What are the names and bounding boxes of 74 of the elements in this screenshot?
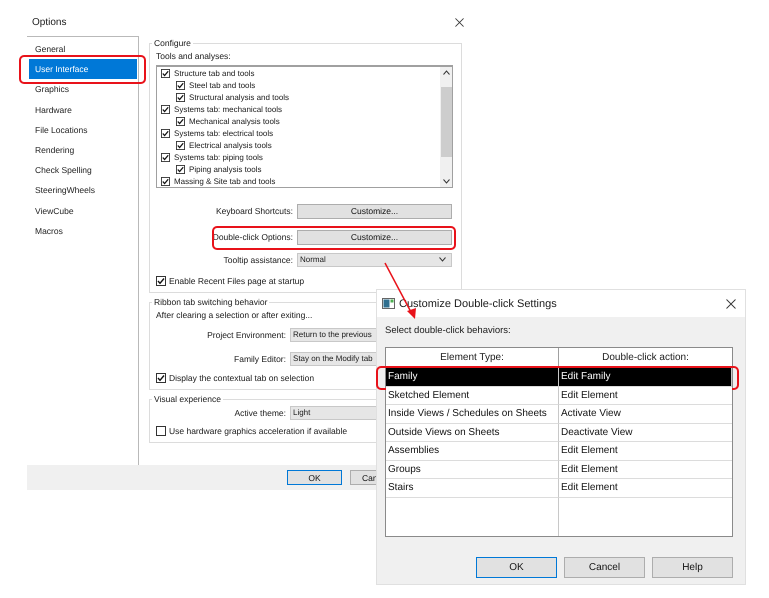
dropdown-chevron-icon xyxy=(439,257,446,262)
ribbon-note: After clearing a selection or after exiting... xyxy=(156,310,314,320)
tools-label: Tools and analyses: xyxy=(156,51,232,61)
scrollbar-thumb[interactable] xyxy=(440,87,452,157)
checkbox[interactable] xyxy=(156,426,166,436)
checkbox[interactable] xyxy=(156,276,166,286)
sidebar-item[interactable]: ViewCube xyxy=(29,200,137,221)
tree-item-label[interactable]: Piping analysis tools xyxy=(189,165,262,174)
checkbox[interactable] xyxy=(161,104,170,114)
group-title: Ribbon tab switching behavior xyxy=(153,297,268,307)
tooltip-select[interactable]: Normal xyxy=(297,252,452,266)
table-cell[interactable]: Deactivate View xyxy=(559,424,732,442)
table-cell[interactable]: Family xyxy=(386,368,559,386)
tree-item-label[interactable]: Systems tab: electrical tools xyxy=(174,129,274,138)
app-icon xyxy=(382,298,395,309)
field-label: Tooltip assistance: xyxy=(222,254,293,264)
tree-item-label[interactable]: Steel tab and tools xyxy=(189,80,256,90)
scroll-up-icon[interactable] xyxy=(442,70,450,75)
close-icon[interactable] xyxy=(455,18,464,26)
checkbox-label: Use hardware graphics acceleration if available xyxy=(169,426,348,436)
checkbox[interactable] xyxy=(161,129,170,138)
sidebar-item[interactable]: Graphics xyxy=(29,79,137,100)
sidebar-item[interactable]: SteeringWheels xyxy=(29,180,137,200)
group-title: Visual experience xyxy=(153,394,222,404)
checkbox[interactable] xyxy=(156,373,166,383)
ok-button[interactable]: OK xyxy=(287,470,342,485)
sidebar-item[interactable]: User Interface xyxy=(29,59,137,80)
customize-button[interactable]: Customize... xyxy=(297,230,452,244)
checkbox[interactable] xyxy=(176,80,185,90)
field-label: Active theme: xyxy=(234,408,286,418)
cancel-button[interactable]: Cancel xyxy=(564,557,645,578)
checkbox[interactable] xyxy=(161,177,170,186)
table-cell[interactable]: Inside Views / Schedules on Sheets xyxy=(386,405,559,424)
scroll-down-icon[interactable] xyxy=(442,179,450,184)
checkbox[interactable] xyxy=(176,92,185,102)
field-label: Keyboard Shortcuts: xyxy=(214,206,293,216)
checkbox[interactable] xyxy=(176,141,185,150)
checkbox[interactable] xyxy=(176,165,185,174)
window-title: Options xyxy=(32,16,66,28)
sidebar-item[interactable]: File Locations xyxy=(29,120,137,140)
tree-item-label[interactable]: Systems tab: mechanical tools xyxy=(174,104,282,114)
table-cell[interactable]: Groups xyxy=(386,460,559,479)
checkbox[interactable] xyxy=(161,153,170,162)
sidebar-item[interactable]: Check Spelling xyxy=(29,160,137,180)
group-title: Configure xyxy=(153,38,192,48)
table-cell[interactable]: Edit Family xyxy=(559,368,732,386)
table-cell[interactable]: Edit Element xyxy=(559,386,732,405)
field-label: Project Environment: xyxy=(206,330,286,340)
scrollbar[interactable] xyxy=(440,67,452,187)
help-button[interactable]: Help xyxy=(652,557,733,578)
field-label: Double-click Options: xyxy=(212,232,293,242)
checkbox[interactable] xyxy=(176,116,185,126)
tree-item-label[interactable]: Systems tab: piping tools xyxy=(174,153,263,162)
table-cell[interactable]: Sketched Element xyxy=(386,386,559,405)
close-icon[interactable] xyxy=(726,298,736,308)
checkbox-label: Enable Recent Files page at startup xyxy=(169,276,304,286)
table-cell[interactable]: Assemblies xyxy=(386,442,559,460)
customize-button[interactable]: Customize... xyxy=(297,204,452,218)
tree-item-label[interactable]: Structural analysis and tools xyxy=(189,92,290,102)
checkbox-label: Display the contextual tab on selection xyxy=(169,373,314,383)
field-label: Family Editor: xyxy=(233,354,286,364)
sidebar-item[interactable]: General xyxy=(29,39,137,60)
table-cell[interactable]: Stairs xyxy=(386,479,559,498)
tree-item-label[interactable]: Electrical analysis tools xyxy=(189,141,272,150)
ok-button[interactable]: OK xyxy=(476,557,557,578)
checkbox[interactable] xyxy=(161,68,170,78)
table-cell[interactable]: Edit Element xyxy=(559,460,732,479)
tree-item-label[interactable]: Mechanical analysis tools xyxy=(189,116,280,126)
sidebar-item[interactable]: Hardware xyxy=(29,100,137,120)
sidebar-item[interactable]: Rendering xyxy=(29,140,137,160)
sidebar-item[interactable]: Macros xyxy=(29,220,137,241)
table-cell[interactable]: Outside Views on Sheets xyxy=(386,424,559,442)
tree-item-label[interactable]: Structure tab and tools xyxy=(174,68,254,78)
tree-item-label[interactable]: Massing & Site tab and tools xyxy=(174,177,276,186)
